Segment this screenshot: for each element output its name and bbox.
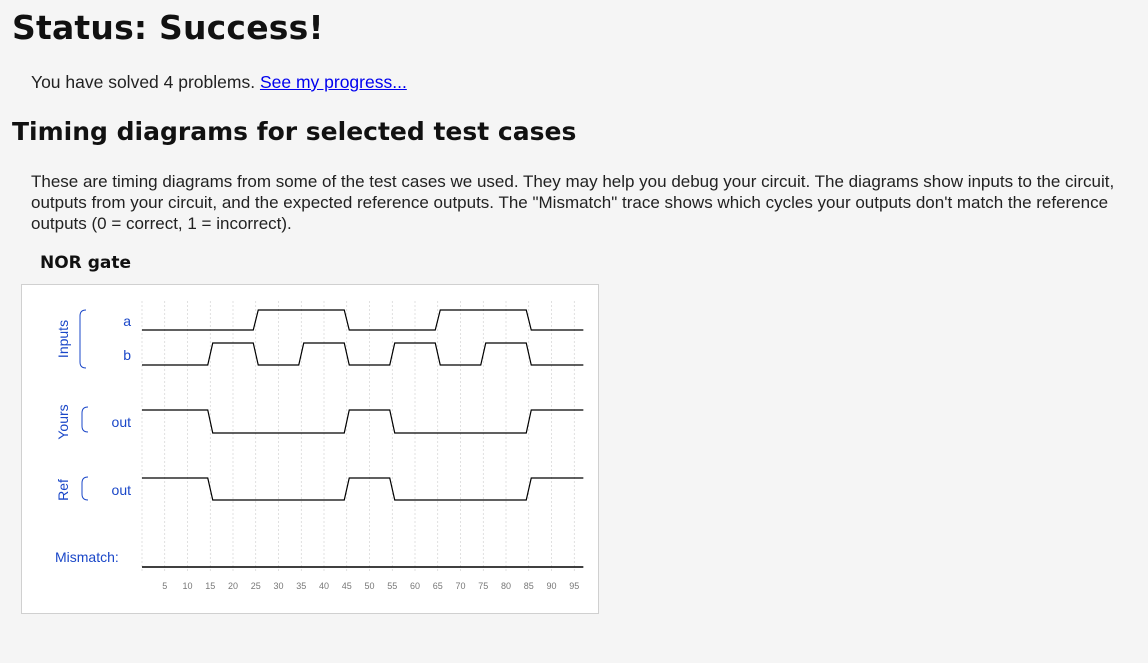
signal-label-b: b xyxy=(123,347,131,363)
time-tick-label: 20 xyxy=(228,581,238,591)
section-title: Timing diagrams for selected test cases xyxy=(12,117,577,146)
bracket-ref xyxy=(81,476,89,501)
waveform-a xyxy=(142,309,584,331)
see-progress-link[interactable]: See my progress... xyxy=(260,72,407,92)
time-tick-label: 45 xyxy=(342,581,352,591)
time-tick-label: 65 xyxy=(433,581,443,591)
bracket-yours xyxy=(81,406,89,433)
time-tick-label: 90 xyxy=(546,581,556,591)
time-tick-label: 70 xyxy=(455,581,465,591)
time-axis: 5 10 15 20 25 30 35 40 45 50 55 60 65 70 75 80 85 90 95 xyxy=(162,581,579,591)
status-title: Status: Success! xyxy=(12,8,324,47)
time-tick-label: 50 xyxy=(364,581,374,591)
timing-grid xyxy=(141,301,575,571)
waveform-b xyxy=(142,342,584,366)
group-label-inputs: Inputs xyxy=(55,320,71,358)
timing-diagram: Inputs Yours Ref a b out out Mismatch: 5… xyxy=(21,284,599,614)
time-tick-label: 10 xyxy=(182,581,192,591)
time-tick-label: 35 xyxy=(296,581,306,591)
time-tick-label: 95 xyxy=(569,581,579,591)
time-tick-label: 25 xyxy=(251,581,261,591)
time-tick-label: 60 xyxy=(410,581,420,591)
time-tick-label: 15 xyxy=(205,581,215,591)
waveforms xyxy=(142,309,584,568)
solved-count-text: You have solved 4 problems. xyxy=(31,72,260,92)
timing-diagram-svg: Inputs Yours Ref a b out out Mismatch: 5… xyxy=(55,301,584,591)
waveform-ref-out xyxy=(142,477,584,501)
time-tick-label: 40 xyxy=(319,581,329,591)
group-label-yours: Yours xyxy=(55,404,71,439)
time-tick-label: 30 xyxy=(273,581,283,591)
circuit-title: NOR gate xyxy=(40,253,131,273)
mismatch-label: Mismatch: xyxy=(55,549,119,565)
signal-label-yours-out: out xyxy=(112,414,132,430)
bracket-inputs xyxy=(79,309,87,369)
waveform-yours-out xyxy=(142,409,584,434)
time-tick-label: 55 xyxy=(387,581,397,591)
time-tick-label: 85 xyxy=(524,581,534,591)
section-description: These are timing diagrams from some of t… xyxy=(31,172,1115,233)
signal-label-ref-out: out xyxy=(112,482,132,498)
group-label-ref: Ref xyxy=(55,479,71,501)
time-tick-label: 80 xyxy=(501,581,511,591)
time-tick-label: 75 xyxy=(478,581,488,591)
problems-solved-text: You have solved 4 problems. See my progr… xyxy=(31,72,407,93)
signal-label-a: a xyxy=(123,313,131,329)
time-tick-label: 5 xyxy=(162,581,167,591)
